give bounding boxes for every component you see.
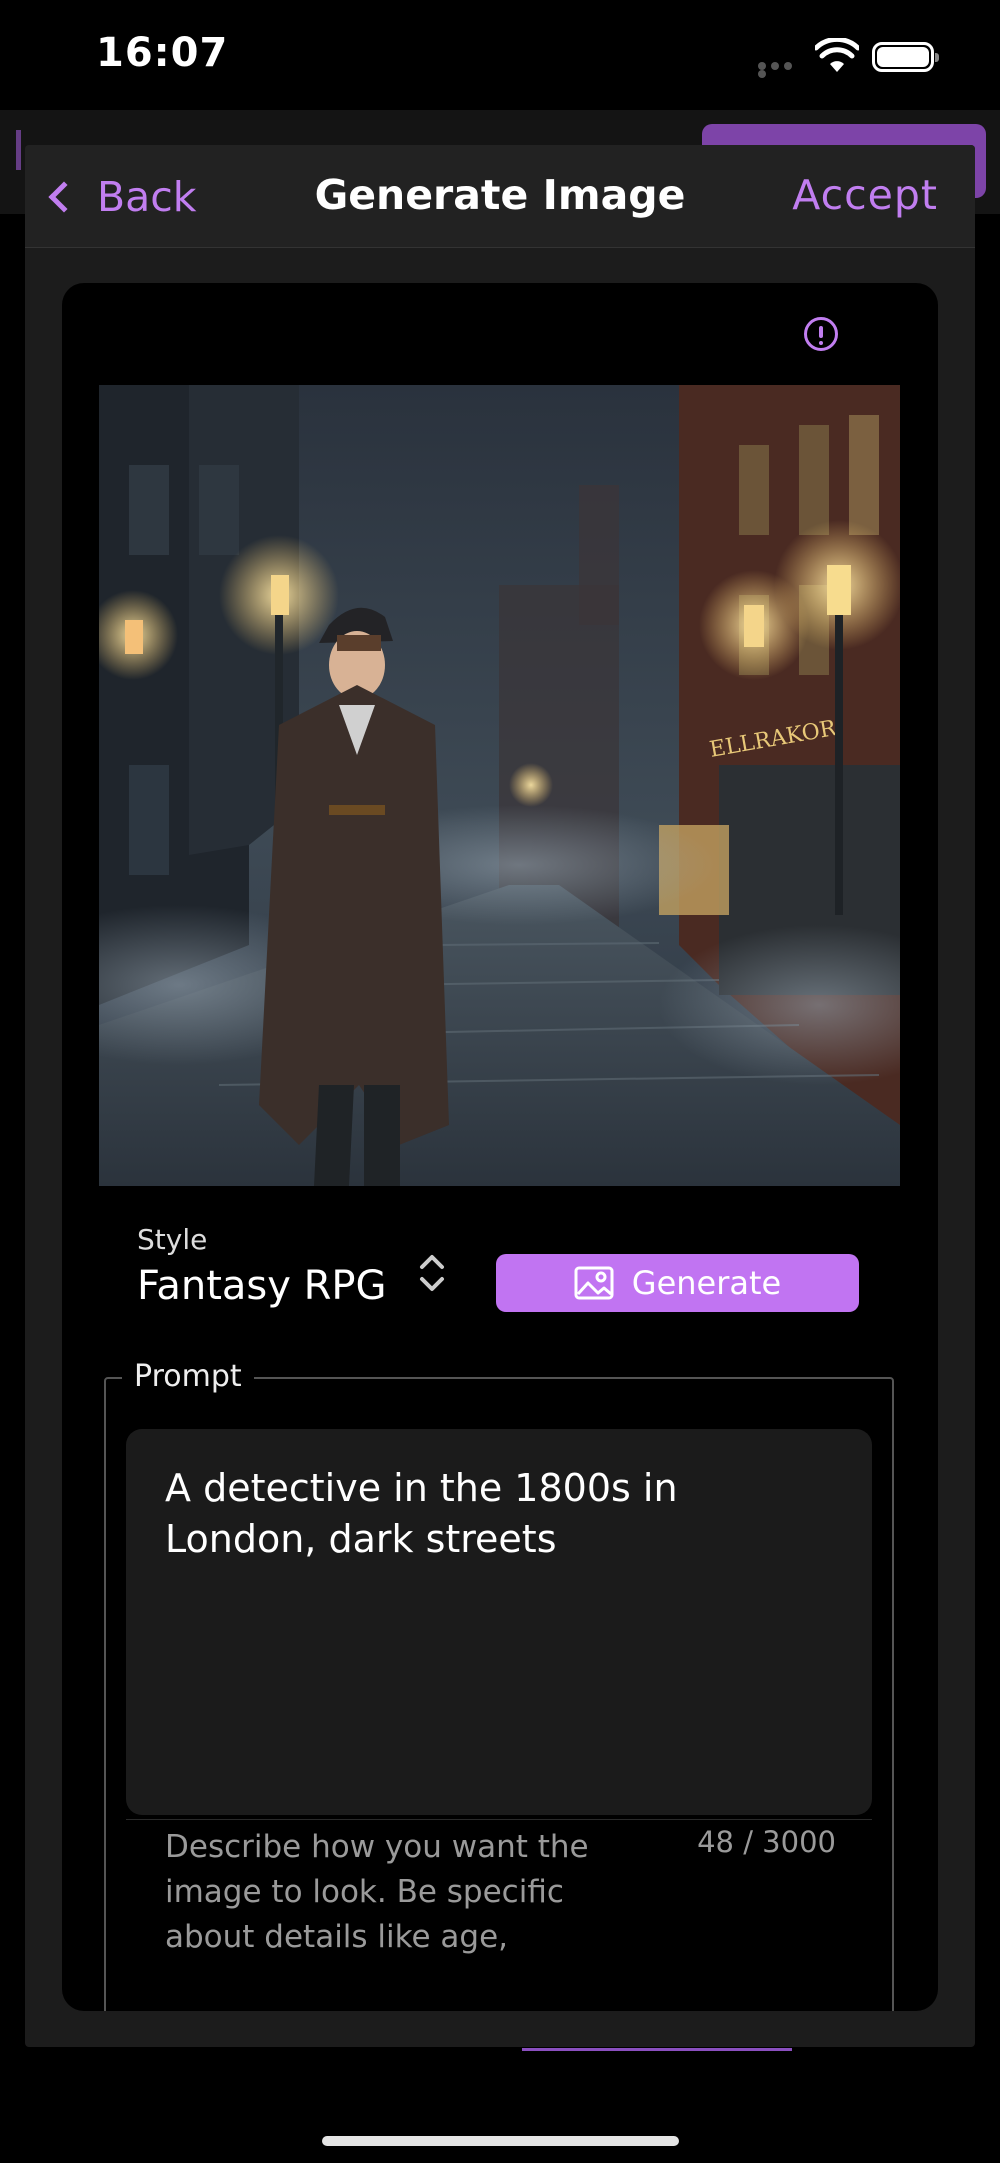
cellular-signal-icon	[758, 62, 806, 78]
accept-button[interactable]: Accept	[792, 171, 938, 219]
style-value[interactable]: Fantasy RPG	[137, 1263, 387, 1309]
style-label: Style	[137, 1223, 208, 1256]
battery-icon	[872, 42, 939, 72]
underlying-tab-indicator	[522, 2048, 792, 2051]
prompt-label: Prompt	[122, 1359, 254, 1394]
prompt-helper-text: Describe how you want the image to look.…	[165, 1829, 589, 1955]
home-indicator[interactable]	[322, 2136, 679, 2146]
generate-image-sheet: Back Generate Image Accept ELLRAKOR Styl…	[25, 145, 975, 2047]
nav-bar: Back Generate Image Accept	[25, 145, 975, 248]
wifi-icon	[815, 38, 859, 72]
status-time: 16:07	[96, 30, 229, 76]
prompt-divider	[126, 1819, 872, 1820]
status-bar: 16:07	[0, 0, 1000, 110]
generate-label: Generate	[631, 1264, 782, 1302]
info-icon[interactable]	[804, 317, 838, 351]
image-card: ELLRAKOR Style Fantasy RPG Generate Prom…	[62, 283, 938, 2011]
character-count: 48 / 3000	[697, 1825, 836, 1859]
generated-image: ELLRAKOR	[99, 385, 900, 1186]
chevron-up-down-icon[interactable]	[412, 1251, 452, 1295]
prompt-text[interactable]: A detective in the 1800s in London, dark…	[165, 1463, 805, 1565]
image-icon	[574, 1266, 614, 1300]
detective-street-illustration: ELLRAKOR	[99, 385, 900, 1186]
generate-button[interactable]: Generate	[496, 1254, 859, 1312]
